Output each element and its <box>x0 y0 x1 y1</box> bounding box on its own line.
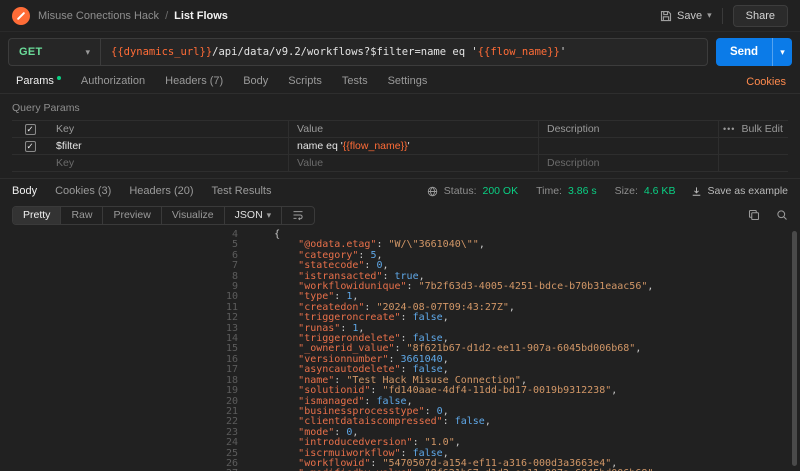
tab-headers[interactable]: Headers (7) <box>155 70 233 93</box>
param-description-input[interactable] <box>538 138 718 154</box>
view-preview[interactable]: Preview <box>103 207 161 224</box>
share-button[interactable]: Share <box>733 5 788 27</box>
save-icon <box>660 10 672 22</box>
time-value: 3.86 s <box>568 185 597 197</box>
query-params-section: Query Params Key Value Description ••• B… <box>0 94 800 172</box>
cookies-link[interactable]: Cookies <box>746 76 786 88</box>
response-meta: Status: 200 OK Time: 3.86 s Size: 4.6 KB… <box>427 185 788 197</box>
new-param-key-input[interactable]: Key <box>48 155 288 171</box>
url-variable-flowname: {{flow_name}} <box>478 46 560 58</box>
format-label: JSON <box>235 209 263 221</box>
query-params-title: Query Params <box>12 102 788 114</box>
tab-authorization[interactable]: Authorization <box>71 70 155 93</box>
tab-body[interactable]: Body <box>233 70 278 93</box>
format-dropdown[interactable]: JSON ▾ <box>225 207 283 224</box>
method-label: GET <box>19 46 43 58</box>
params-table: Key Value Description ••• Bulk Edit $fil… <box>12 120 788 172</box>
view-visualize[interactable]: Visualize <box>162 207 225 224</box>
new-param-description-input[interactable]: Description <box>538 155 718 171</box>
response-tab-headers[interactable]: Headers (20) <box>129 185 193 197</box>
response-tab-test-results[interactable]: Test Results <box>212 185 272 197</box>
size-value: 4.6 KB <box>644 185 676 197</box>
save-chevron-down-icon[interactable]: ▾ <box>707 10 712 21</box>
time-label: Time: <box>536 185 562 197</box>
param-value-input[interactable]: name eq '{{flow_name}}' <box>288 138 538 154</box>
column-header-description: Description <box>538 121 718 137</box>
download-icon <box>691 186 702 197</box>
code-line: 22 "clientdataiscompressed": false, <box>0 417 800 427</box>
response-view-controls: Pretty Raw Preview Visualize JSON ▾ <box>0 203 800 227</box>
request-title: List Flows <box>174 10 228 22</box>
param-row-filter: $filter name eq '{{flow_name}}' <box>12 138 788 155</box>
response-toolbar-icons <box>748 209 788 221</box>
code-line: 9 "workflowidunique": "7b2f63d3-4005-425… <box>0 282 800 292</box>
send-label: Send <box>716 38 772 66</box>
more-icon: ••• <box>723 124 735 134</box>
send-button[interactable]: Send ▾ <box>716 38 792 66</box>
column-header-key: Key <box>48 121 288 137</box>
request-tabs: Params Authorization Headers (7) Body Sc… <box>0 70 800 94</box>
response-tab-cookies[interactable]: Cookies (3) <box>55 185 111 197</box>
postman-logo-icon[interactable] <box>12 7 30 25</box>
postman-app: Misuse Conections Hack / List Flows Save… <box>0 0 800 471</box>
copy-icon[interactable] <box>748 209 760 221</box>
topbar-divider <box>722 8 723 24</box>
method-chevron-down-icon: ▾ <box>85 47 90 58</box>
view-raw[interactable]: Raw <box>61 207 103 224</box>
response-tabs: Body Cookies (3) Headers (20) Test Resul… <box>0 179 800 203</box>
view-pretty[interactable]: Pretty <box>13 207 61 224</box>
params-header-row: Key Value Description ••• Bulk Edit <box>12 121 788 138</box>
network-icon <box>427 186 438 197</box>
request-builder: GET ▾ {{dynamics_url}}/api/data/v9.2/wor… <box>8 38 792 66</box>
new-param-value-input[interactable]: Value <box>288 155 538 171</box>
save-as-example-button[interactable]: Save as example <box>691 185 788 197</box>
code-line: 6 "category": 5, <box>0 251 800 261</box>
url-suffix: ' <box>560 46 566 58</box>
bulk-edit-label: Bulk Edit <box>741 123 782 135</box>
column-header-value: Value <box>288 121 538 137</box>
wrap-lines-button[interactable] <box>282 207 314 224</box>
code-line: 12 "triggeroncreate": false, <box>0 313 800 323</box>
bulk-edit-button[interactable]: ••• Bulk Edit <box>718 121 788 137</box>
save-as-example-label: Save as example <box>707 185 788 197</box>
method-dropdown[interactable]: GET ▾ <box>8 38 100 66</box>
tab-scripts[interactable]: Scripts <box>278 70 332 93</box>
vertical-scrollbar[interactable] <box>792 231 797 466</box>
format-chevron-down-icon: ▾ <box>267 210 272 221</box>
breadcrumb: Misuse Conections Hack / List Flows <box>38 10 228 22</box>
param-row-empty: Key Value Description <box>12 155 788 172</box>
param-value-variable: {{flow_name}} <box>343 140 408 152</box>
save-button[interactable]: Save ▾ <box>660 10 712 22</box>
url-variable-dynamics: {{dynamics_url}} <box>111 46 212 58</box>
view-mode-group: Pretty Raw Preview Visualize JSON ▾ <box>12 206 315 225</box>
url-input[interactable]: {{dynamics_url}}/api/data/v9.2/workflows… <box>100 38 708 66</box>
select-all-checkbox[interactable] <box>25 124 36 135</box>
tab-params-label: Params <box>16 75 54 87</box>
status-label: Status: <box>444 185 477 197</box>
response-section: Body Cookies (3) Headers (20) Test Resul… <box>0 178 800 471</box>
app-header: Misuse Conections Hack / List Flows Save… <box>0 0 800 32</box>
tab-tests[interactable]: Tests <box>332 70 378 93</box>
status-value: 200 OK <box>482 185 518 197</box>
topbar-actions: Save ▾ Share <box>660 5 788 27</box>
send-chevron-down-icon[interactable]: ▾ <box>772 38 792 66</box>
params-active-dot-icon <box>57 76 61 80</box>
code-block: 4 {5 "@odata.etag": "W/\"3661040\"",6 "c… <box>0 230 800 471</box>
tab-settings[interactable]: Settings <box>378 70 438 93</box>
workspace-name[interactable]: Misuse Conections Hack <box>38 10 159 22</box>
breadcrumb-separator: / <box>165 10 168 22</box>
tab-params[interactable]: Params <box>6 70 71 93</box>
param-row-checkbox[interactable] <box>25 141 36 152</box>
url-path: /api/data/v9.2/workflows?$filter=name eq… <box>212 46 478 58</box>
response-tab-body[interactable]: Body <box>12 185 37 197</box>
code-line: 5 "@odata.etag": "W/\"3661040\"", <box>0 240 800 250</box>
param-key-input[interactable]: $filter <box>48 138 288 154</box>
size-label: Size: <box>615 185 638 197</box>
response-body-viewer[interactable]: 4 {5 "@odata.etag": "W/\"3661040\"",6 "c… <box>0 227 800 471</box>
save-label: Save <box>677 10 702 22</box>
search-icon[interactable] <box>776 209 788 221</box>
